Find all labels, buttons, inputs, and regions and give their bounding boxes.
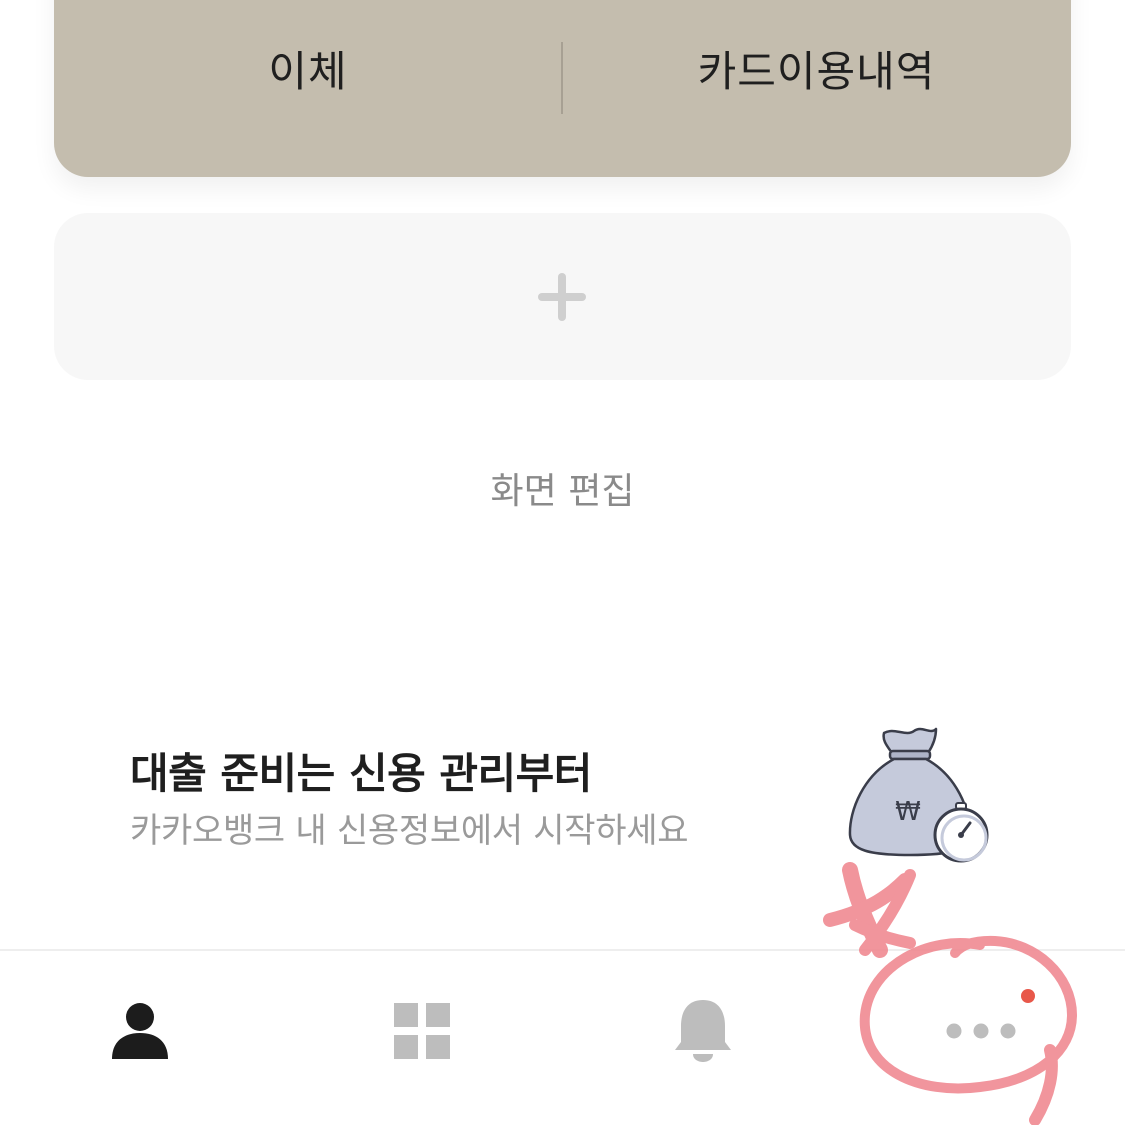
nav-products-button[interactable] (362, 981, 482, 1081)
bell-icon (675, 1000, 731, 1062)
grid-icon (394, 1003, 450, 1059)
more-dots-icon (946, 1023, 1016, 1039)
credit-promo-banner[interactable]: 대출 준비는 신용 관리부터 카카오뱅크 내 신용정보에서 시작하세요 ₩ (54, 715, 1071, 885)
person-icon (112, 1003, 168, 1059)
add-widget-button[interactable] (54, 213, 1071, 380)
currency-symbol: ₩ (895, 797, 921, 827)
nav-notifications-button[interactable] (643, 981, 763, 1081)
money-bag-stopwatch-icon: ₩ (848, 727, 989, 863)
plus-icon (538, 273, 586, 321)
promo-subtitle: 카카오뱅크 내 신용정보에서 시작하세요 (130, 811, 689, 851)
promo-title: 대출 준비는 신용 관리부터 (130, 749, 592, 798)
screen-edit-button[interactable]: 화면 편집 (0, 462, 1125, 514)
nav-more-button[interactable] (924, 981, 1044, 1081)
account-card: 이체 카드이용내역 (54, 0, 1071, 177)
bottom-nav (0, 949, 1125, 1127)
notification-badge (1021, 989, 1035, 1003)
transfer-button[interactable]: 이체 (54, 0, 562, 137)
nav-home-button[interactable] (80, 981, 200, 1081)
card-history-button[interactable]: 카드이용내역 (562, 0, 1071, 137)
